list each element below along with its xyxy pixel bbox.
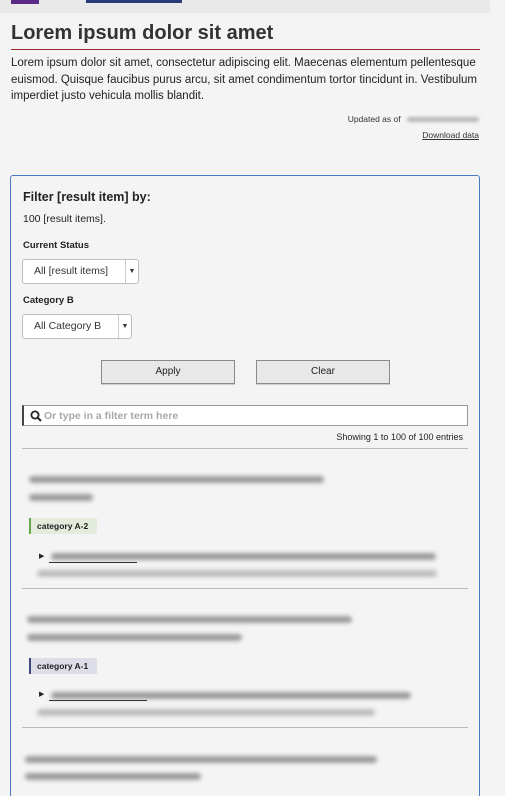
- filter-heading: Filter [result item] by:: [23, 190, 151, 204]
- nav-tab-link[interactable]: [86, 0, 182, 3]
- search-input[interactable]: [44, 407, 464, 424]
- caret-down-icon: ▼: [125, 260, 138, 283]
- apply-button[interactable]: Apply: [101, 360, 235, 384]
- status-label: Current Status: [23, 240, 89, 251]
- detail-link-underline[interactable]: [49, 700, 147, 701]
- divider: [22, 727, 468, 728]
- clear-button[interactable]: Clear: [256, 360, 390, 384]
- status-select[interactable]: All [result items] ▼: [22, 259, 139, 284]
- caret-down-icon: ▼: [118, 315, 131, 338]
- status-select-value: All [result items]: [34, 265, 109, 277]
- category-tag: category A-2: [29, 518, 98, 534]
- intro-paragraph: Lorem ipsum dolor sit amet, consectetur …: [11, 57, 477, 102]
- result-title-redacted: [27, 616, 352, 623]
- filter-search-box[interactable]: [22, 405, 468, 426]
- updated-timestamp: Updated as of: [348, 114, 479, 124]
- download-data-link[interactable]: Download data: [422, 130, 479, 140]
- divider: [22, 448, 468, 449]
- result-detail-redacted: [37, 570, 437, 577]
- result-detail-redacted: [37, 709, 375, 716]
- nav-tab-active-indicator[interactable]: [11, 0, 39, 4]
- category-tag: category A-1: [29, 658, 98, 674]
- category-label: Category B: [23, 295, 74, 306]
- result-count: 100 [result items].: [23, 213, 106, 225]
- result-detail-redacted: [51, 692, 411, 699]
- result-detail-redacted: [51, 553, 436, 560]
- divider: [22, 588, 468, 589]
- result-title-redacted: [29, 476, 324, 483]
- entries-info: Showing 1 to 100 of 100 entries: [336, 432, 463, 442]
- updated-date-redacted: [407, 117, 479, 123]
- top-nav-bar: [0, 0, 490, 13]
- filter-panel: Filter [result item] by: 100 [result ite…: [10, 175, 480, 796]
- result-title-redacted: [29, 494, 93, 501]
- category-select[interactable]: All Category B ▼: [22, 314, 132, 339]
- detail-link-underline[interactable]: [49, 562, 137, 563]
- search-icon: [30, 410, 42, 422]
- updated-label: Updated as of: [347, 114, 401, 124]
- triangle-right-icon[interactable]: ▶: [39, 690, 44, 698]
- result-title-redacted: [27, 634, 242, 641]
- result-title-redacted: [25, 756, 377, 763]
- title-divider: [11, 49, 480, 50]
- category-select-value: All Category B: [34, 320, 102, 332]
- page-title: Lorem ipsum dolor sit amet: [11, 22, 274, 44]
- triangle-right-icon[interactable]: ▶: [39, 552, 44, 560]
- result-title-redacted: [25, 773, 201, 780]
